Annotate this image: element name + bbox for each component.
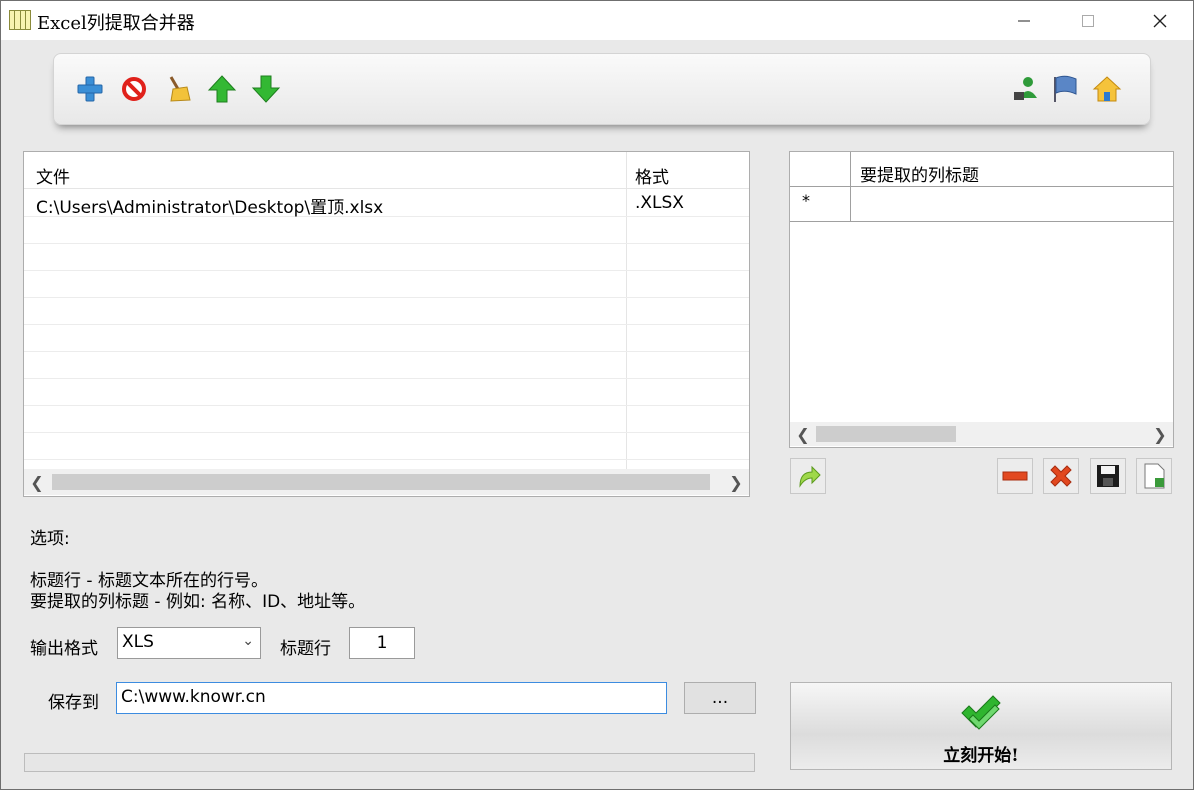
empty-row [24,352,749,379]
clear-list-button[interactable] [161,72,195,106]
file-list[interactable]: 文件 格式 C:\Users\Administrator\Desktop\置顶.… [23,151,750,497]
file-list-hscrollbar[interactable]: ❮ ❯ [24,469,749,495]
output-format-label: 输出格式 [30,639,98,659]
start-button-label: 立刻开始! [943,746,1019,766]
delete-x-icon [1050,465,1072,487]
load-titles-button[interactable] [1136,458,1172,494]
home-button[interactable] [1090,72,1124,106]
scroll-right-icon[interactable]: ❯ [1147,422,1173,446]
save-titles-button[interactable] [1090,458,1126,494]
remove-icon [122,77,146,101]
file-row[interactable]: C:\Users\Administrator\Desktop\置顶.xlsx .… [24,190,749,218]
move-down-button[interactable] [249,72,283,106]
progress-bar [24,753,755,772]
empty-row [24,217,749,244]
column-header-format[interactable]: 格式 [635,163,669,188]
empty-row [24,271,749,298]
column-header-file[interactable]: 文件 [36,163,70,188]
scroll-thumb[interactable] [52,474,710,490]
column-title-grid[interactable]: 要提取的列标题 * ❮ ❯ [789,151,1174,448]
save-to-label: 保存到 [48,693,99,713]
file-path: C:\Users\Administrator\Desktop\置顶.xlsx [36,198,384,218]
double-check-icon [961,695,1001,730]
maximize-button[interactable] [1065,1,1111,40]
options-heading: 选项: [30,529,70,549]
file-list-header: 文件 格式 [24,152,749,189]
scroll-left-icon[interactable]: ❮ [790,422,816,446]
flag-icon [1054,75,1077,102]
main-area: 文件 格式 C:\Users\Administrator\Desktop\置顶.… [1,40,1193,789]
empty-row [24,298,749,325]
move-down-icon [251,75,281,103]
output-format-value: XLS [122,632,154,652]
open-file-icon [1144,463,1165,489]
redo-arrow-icon [799,465,821,488]
minus-icon [1002,471,1028,481]
empty-row [24,433,749,460]
minimize-button[interactable] [1001,1,1047,40]
remove-row-button[interactable] [997,458,1033,494]
add-icon [77,76,103,102]
empty-row [24,244,749,271]
clear-icon [169,76,191,102]
minimize-icon [1018,20,1030,21]
window-title: Excel列提取合并器 [37,13,195,34]
save-disk-icon [1097,465,1119,487]
title-bar: Excel列提取合并器 [1,1,1193,40]
maximize-icon [1082,14,1094,27]
help-text-column-titles: 要提取的列标题 - 例如: 名称、ID、地址等。 [30,592,366,612]
empty-row [24,406,749,433]
delete-all-button[interactable] [1043,458,1079,494]
add-file-button[interactable] [73,72,107,106]
chevron-down-icon: ⌄ [242,633,254,649]
grid-new-row[interactable]: * [790,187,1173,222]
close-icon [1153,14,1167,27]
scroll-thumb[interactable] [816,426,956,442]
output-format-select[interactable]: XLS ⌄ [117,627,261,659]
empty-row [24,325,749,352]
close-button[interactable] [1137,1,1183,40]
save-path-value: C:\www.knowr.cn [121,687,266,707]
toolbar [53,53,1151,125]
app-icon [9,10,31,30]
home-icon [1092,76,1122,102]
scroll-left-icon[interactable]: ❮ [24,469,50,495]
new-row-marker: * [802,191,810,210]
grid-column-header[interactable]: 要提取的列标题 [860,161,979,186]
move-up-button[interactable] [205,72,239,106]
file-format: .XLSX [635,193,684,213]
header-row-label: 标题行 [280,639,331,659]
header-row-input[interactable]: 1 [349,627,415,659]
scroll-right-icon[interactable]: ❯ [723,469,749,495]
flag-button[interactable] [1048,72,1082,106]
user-icon [1014,77,1037,100]
user-button[interactable] [1008,72,1042,106]
grid-hscrollbar[interactable]: ❮ ❯ [790,422,1173,446]
empty-row [24,379,749,406]
move-up-icon [207,75,237,103]
remove-file-button[interactable] [117,72,151,106]
browse-button[interactable]: ... [684,682,756,714]
app-window: Excel列提取合并器 文件 格式 C:\Users\Administrator… [0,0,1194,790]
start-button[interactable]: 立刻开始! [790,682,1172,770]
import-titles-button[interactable] [790,458,826,494]
save-path-input[interactable]: C:\www.knowr.cn [116,682,667,714]
